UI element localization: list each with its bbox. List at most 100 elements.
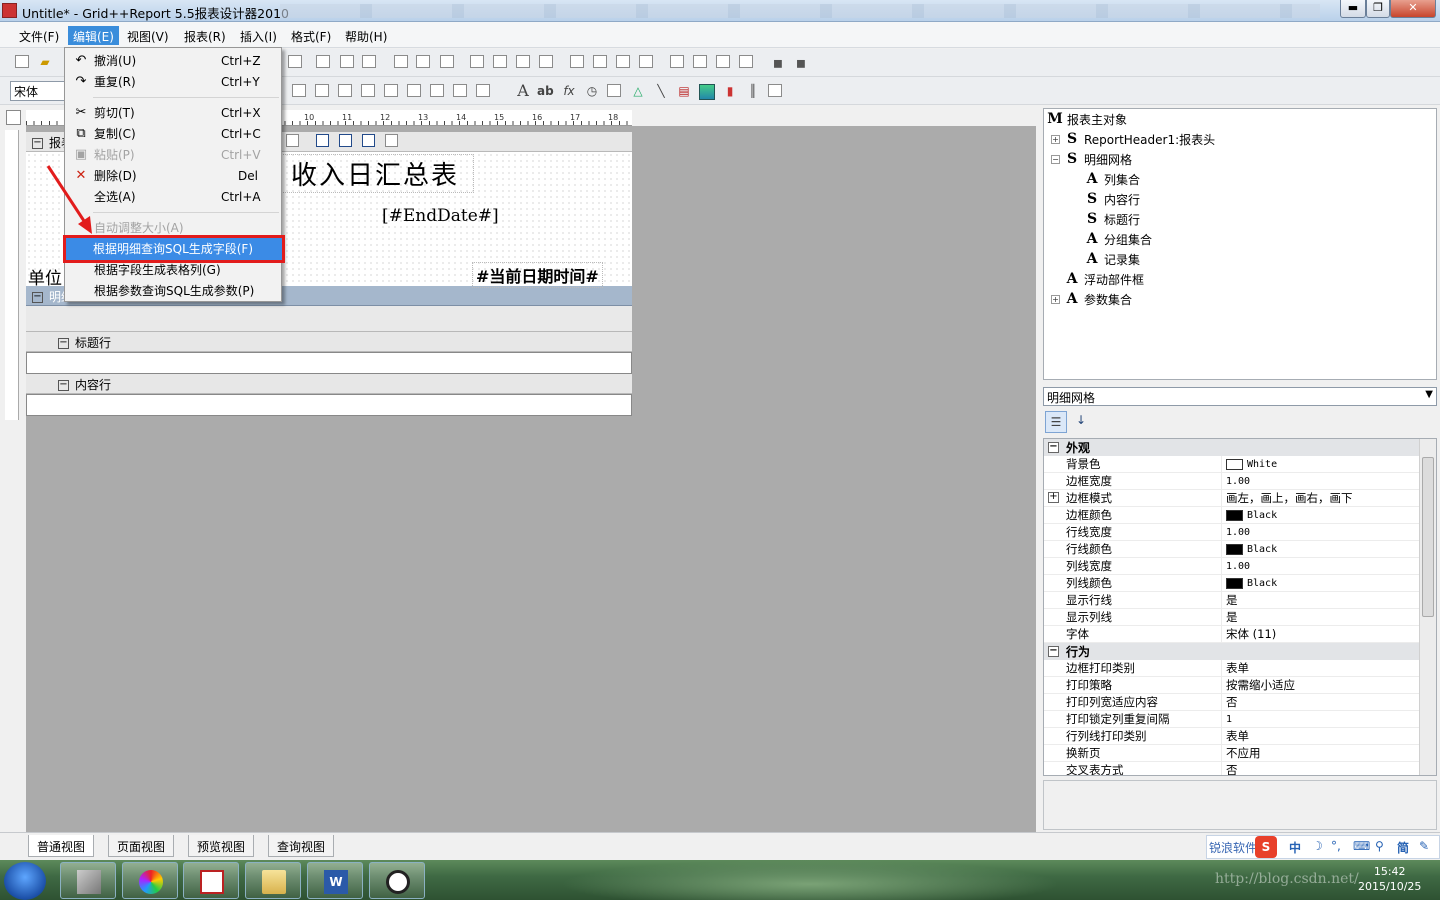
menu-edit[interactable]: 编辑(E) <box>68 26 119 45</box>
tab-normal-view[interactable]: 普通视图 <box>28 835 95 857</box>
h-space-remove-icon[interactable] <box>639 55 653 68</box>
tree-item-groups[interactable]: A 分组集合 <box>1044 229 1436 249</box>
menu-item-gen-columns[interactable]: 根据字段生成表格列(G) <box>67 260 279 280</box>
prop-value[interactable]: 表单 <box>1222 660 1249 676</box>
menu-item-undo[interactable]: ↶ 撤消(U) Ctrl+Z <box>67 51 279 71</box>
collapse-icon[interactable]: − <box>1051 154 1060 164</box>
page-number-icon[interactable] <box>607 84 621 97</box>
prop-row[interactable]: + 边框模式 画左，画上，画右，画下 <box>1044 489 1436 507</box>
barcode-icon[interactable]: ║ <box>745 83 761 99</box>
richtext-icon[interactable]: ▤ <box>676 83 692 99</box>
same-width-icon[interactable] <box>470 55 484 68</box>
align-left-icon[interactable] <box>316 55 330 68</box>
shape-icon[interactable]: △ <box>630 83 646 99</box>
unit-label[interactable]: 单位 <box>28 264 62 289</box>
chevron-down-icon[interactable]: ▼ <box>1425 389 1433 400</box>
border-top-icon[interactable] <box>315 84 329 97</box>
object-select[interactable]: 明细网格 ▼ <box>1043 387 1437 406</box>
tree-item-report[interactable]: M 报表主对象 <box>1044 109 1436 129</box>
v-space-inc-icon[interactable] <box>693 55 707 68</box>
prop-value[interactable]: 1.00 <box>1222 527 1250 538</box>
center-icon[interactable] <box>539 55 553 68</box>
keyboard-icon[interactable]: ⌨ <box>1353 839 1370 853</box>
taskbar-app-gridreport[interactable] <box>183 862 239 899</box>
align-bottom-icon[interactable] <box>440 55 454 68</box>
prop-value[interactable]: 1 <box>1222 714 1232 725</box>
prop-value[interactable]: Black <box>1247 578 1277 589</box>
punct-icon[interactable]: °, <box>1331 839 1341 853</box>
content-row-cells[interactable] <box>26 394 632 416</box>
prop-value[interactable]: 否 <box>1222 762 1238 775</box>
collapse-icon[interactable]: − <box>58 338 69 349</box>
v-space-dec-icon[interactable] <box>716 55 730 68</box>
collapse-icon[interactable]: − <box>32 292 43 303</box>
category-behavior[interactable]: − 行为 <box>1044 643 1436 660</box>
collapse-icon[interactable]: − <box>32 138 43 149</box>
border-all-icon[interactable] <box>384 84 398 97</box>
menu-file[interactable]: 文件(F) <box>14 26 64 45</box>
alphabetical-icon[interactable]: ↓ <box>1073 412 1089 428</box>
open-icon[interactable]: ▰ <box>37 54 53 70</box>
menu-help[interactable]: 帮助(H) <box>340 26 392 45</box>
prop-value[interactable]: 1.00 <box>1222 476 1250 487</box>
border-none-icon[interactable] <box>407 84 421 97</box>
menu-format[interactable]: 格式(F) <box>286 26 336 45</box>
prop-value[interactable]: White <box>1247 459 1277 470</box>
search-icon[interactable]: ⚲ <box>1375 839 1384 853</box>
prop-value[interactable]: 按需缩小适应 <box>1222 677 1295 693</box>
title-row-cells[interactable] <box>26 352 632 374</box>
prop-row[interactable]: 行线颜色 Black <box>1044 540 1436 558</box>
border-box-icon[interactable] <box>476 84 490 97</box>
formula-icon[interactable]: fx <box>561 83 577 99</box>
menu-item-redo[interactable]: ↷ 重复(R) Ctrl+Y <box>67 72 279 92</box>
grid-tool-icon[interactable] <box>286 134 299 147</box>
align-grid-icon[interactable] <box>288 55 302 68</box>
send-back-icon[interactable]: ◼ <box>793 55 809 71</box>
end-date-field[interactable]: [#EndDate#] <box>382 206 499 226</box>
same-size-icon[interactable] <box>516 55 530 68</box>
wrench-icon[interactable]: ✎ <box>1419 839 1429 853</box>
title-row-band[interactable]: − 标题行 <box>26 332 632 352</box>
taskbar-app-word[interactable]: W <box>307 862 363 899</box>
h-space-dec-icon[interactable] <box>616 55 630 68</box>
scrollbar-thumb[interactable] <box>1422 457 1434 617</box>
tree-item-recordset[interactable]: A 记录集 <box>1044 249 1436 269</box>
menu-item-copy[interactable]: ⧉ 复制(C) Ctrl+C <box>67 124 279 144</box>
tree-item-float-box[interactable]: A 浮动部件框 <box>1044 269 1436 289</box>
taskbar-app-tools[interactable] <box>60 862 116 899</box>
picture-icon[interactable] <box>699 84 715 100</box>
prop-value[interactable]: 是 <box>1222 609 1238 625</box>
prop-row[interactable]: 字体 宋体 (11) <box>1044 625 1436 643</box>
border-right-icon[interactable] <box>361 84 375 97</box>
grid-tool-icon[interactable] <box>316 134 329 147</box>
maximize-button[interactable]: ❐ <box>1366 0 1390 18</box>
prop-row[interactable]: 显示列线是 <box>1044 608 1436 626</box>
prop-row[interactable]: 边框颜色 Black <box>1044 506 1436 524</box>
ime-lang[interactable]: 中 <box>1289 839 1301 856</box>
prop-row[interactable]: 打印策略 按需缩小适应 <box>1044 676 1436 694</box>
category-appearance[interactable]: − 外观 <box>1044 439 1436 456</box>
prop-row[interactable]: 边框打印类别 表单 <box>1044 659 1436 677</box>
expand-icon[interactable]: + <box>1048 492 1059 503</box>
prop-row[interactable]: 打印锁定列重复间隔 1 <box>1044 710 1436 728</box>
menu-item-gen-params[interactable]: 根据参数查询SQL生成参数(P) <box>67 281 279 301</box>
prop-row[interactable]: 打印列宽适应内容否 <box>1044 693 1436 711</box>
expand-icon[interactable]: + <box>1051 134 1060 144</box>
v-space-remove-icon[interactable] <box>739 55 753 68</box>
prop-value[interactable]: 宋体 (11) <box>1222 626 1276 642</box>
border-inner-icon[interactable] <box>453 84 467 97</box>
border-outer-icon[interactable] <box>430 84 444 97</box>
content-row-band[interactable]: − 内容行 <box>26 374 632 394</box>
prop-row[interactable]: 列线宽度 1.00 <box>1044 557 1436 575</box>
prop-value[interactable]: 否 <box>1222 694 1238 710</box>
prop-row[interactable]: 显示行线是 <box>1044 591 1436 609</box>
grid-tool-icon[interactable] <box>362 134 375 147</box>
grid-tool-icon[interactable] <box>385 134 398 147</box>
taskbar-app-clock[interactable] <box>369 862 425 899</box>
border-left-icon[interactable] <box>292 84 306 97</box>
tab-preview-view[interactable]: 预览视图 <box>188 835 255 857</box>
minimize-button[interactable]: ▬ <box>1340 0 1366 18</box>
grid-tool-icon[interactable] <box>339 134 352 147</box>
h-space-icon[interactable] <box>570 55 584 68</box>
start-button[interactable] <box>4 862 46 900</box>
